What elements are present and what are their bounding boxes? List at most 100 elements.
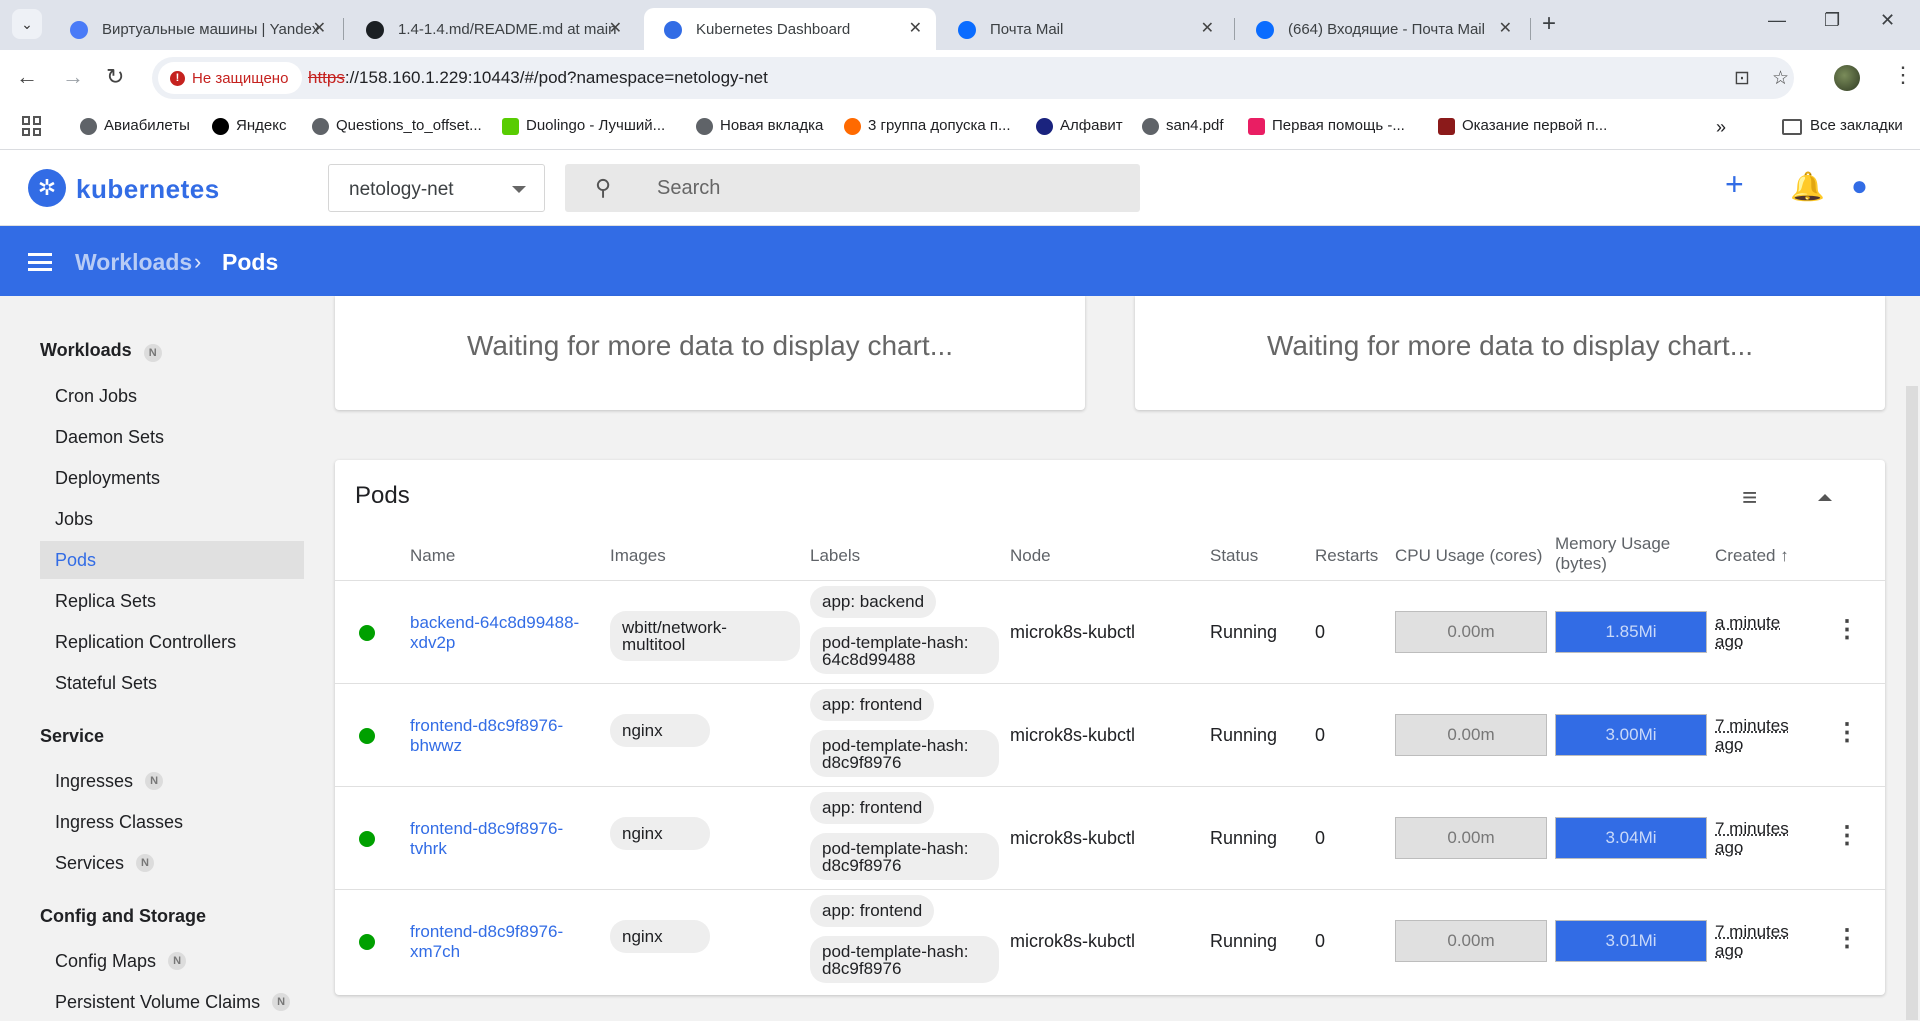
pod-name-link[interactable]: frontend-d8c9f8976-tvhrk — [410, 819, 585, 859]
sidebar-item-persistent-volume-claims[interactable]: Persistent Volume Claims N — [40, 983, 304, 1021]
node-cell[interactable]: microk8s-kubctl — [1010, 828, 1135, 849]
breadcrumb-workloads[interactable]: Workloads — [75, 249, 192, 276]
sidebar-item-pods[interactable]: Pods — [40, 541, 304, 579]
more-bookmarks-icon[interactable]: » — [1716, 117, 1726, 138]
close-icon[interactable]: ✕ — [1499, 18, 1512, 38]
table-row[interactable]: frontend-d8c9f8976-bhwwz nginx app: fronte… — [335, 684, 1885, 787]
reload-icon[interactable]: ↻ — [106, 64, 124, 90]
sidebar-item-stateful-sets[interactable]: Stateful Sets — [40, 664, 304, 702]
tab-mail[interactable]: Почта Mail ✕ — [938, 8, 1228, 50]
sidebar-item-cron-jobs[interactable]: Cron Jobs — [40, 377, 304, 415]
pod-name-link[interactable]: backend-64c8d99488-xdv2p — [410, 613, 585, 653]
bookmark-item[interactable]: san4.pdf — [1142, 117, 1224, 135]
memory-value: 3.04Mi — [1605, 828, 1657, 847]
row-actions-icon[interactable]: ⋮ — [1835, 924, 1859, 953]
close-window-icon[interactable]: ✕ — [1880, 10, 1895, 31]
label-chip: app: frontend — [810, 895, 935, 927]
sidebar-group-config-storage[interactable]: Config and Storage — [40, 906, 206, 927]
url-text[interactable]: https://158.160.1.229:10443/#/pod?namesp… — [308, 68, 768, 88]
bookmark-item[interactable]: Новая вкладка — [696, 117, 823, 135]
bookmark-item[interactable]: Алфавит — [1036, 117, 1123, 135]
sidebar-item-replication-controllers[interactable]: Replication Controllers — [40, 623, 304, 661]
close-icon[interactable]: ✕ — [313, 18, 326, 38]
browser-menu-icon[interactable]: ⋮ — [1892, 62, 1914, 88]
translate-icon[interactable]: ⊡ — [1734, 67, 1750, 90]
forward-icon[interactable]: → — [62, 64, 84, 90]
table-row[interactable]: frontend-d8c9f8976-tvhrk nginx app: fronte… — [335, 787, 1885, 890]
bookmark-item[interactable]: Duolingo - Лучший... — [502, 117, 665, 135]
sidebar-group-workloads[interactable]: Workloads N — [40, 340, 162, 362]
column-header-node[interactable]: Node — [1010, 546, 1051, 566]
row-actions-icon[interactable]: ⋮ — [1835, 821, 1859, 850]
row-actions-icon[interactable]: ⋮ — [1835, 615, 1859, 644]
column-header-restarts[interactable]: Restarts — [1315, 546, 1378, 566]
bookmark-item[interactable]: Первая помощь -... — [1248, 117, 1405, 135]
bookmark-item[interactable]: Авиабилеты — [80, 117, 190, 135]
node-cell[interactable]: microk8s-kubctl — [1010, 622, 1135, 643]
site-info-button[interactable]: ! Не защищено — [158, 62, 303, 94]
table-row[interactable]: frontend-d8c9f8976-xm7ch nginx app: fronte… — [335, 890, 1885, 993]
table-row[interactable]: backend-64c8d99488-xdv2p wbitt/network-mu… — [335, 581, 1885, 684]
bookmark-item[interactable]: Яндекс — [212, 117, 286, 135]
tab-search-button[interactable]: ⌄ — [12, 9, 42, 39]
menu-icon[interactable] — [28, 253, 52, 271]
cpu-usage-bar: 0.00m — [1395, 611, 1547, 653]
tab-kubernetes-dashboard[interactable]: Kubernetes Dashboard ✕ — [644, 8, 936, 50]
breadcrumb-current: Pods — [222, 249, 279, 275]
sidebar-item-replica-sets[interactable]: Replica Sets — [40, 582, 304, 620]
brand-name[interactable]: kubernetes — [76, 174, 220, 205]
mail-icon — [958, 21, 976, 39]
sidebar-item-config-maps[interactable]: Config Maps N — [40, 942, 304, 980]
collapse-icon[interactable] — [1818, 494, 1832, 501]
breadcrumb-bar: Workloads › Pods — [0, 226, 1920, 296]
close-icon[interactable]: ✕ — [609, 18, 622, 38]
search-input[interactable] — [657, 173, 1117, 203]
filter-icon[interactable]: ≡ — [1742, 482, 1757, 513]
bookmark-item[interactable]: 3 группа допуска п... — [844, 117, 1011, 135]
back-icon[interactable]: ← — [16, 64, 38, 90]
node-cell[interactable]: microk8s-kubctl — [1010, 931, 1135, 952]
sidebar-item-daemon-sets[interactable]: Daemon Sets — [40, 418, 304, 456]
tab-mail-inbox[interactable]: (664) Входящие - Почта Mail ✕ — [1236, 8, 1526, 50]
sidebar-item-jobs[interactable]: Jobs — [40, 500, 304, 538]
all-bookmarks-button[interactable]: Все закладки — [1782, 117, 1903, 135]
profile-avatar[interactable] — [1834, 65, 1860, 91]
bookmark-label: Оказание первой п... — [1462, 117, 1608, 134]
sidebar-item-services[interactable]: Services N — [40, 844, 304, 882]
address-bar[interactable]: ! Не защищено https://158.160.1.229:1044… — [152, 57, 1794, 99]
kubernetes-logo-icon[interactable]: ✲ — [28, 169, 66, 207]
running-status-icon — [359, 831, 375, 847]
apps-grid-icon[interactable] — [22, 116, 42, 136]
column-header-name[interactable]: Name — [410, 546, 455, 566]
tab-github-readme[interactable]: 1.4-1.4.md/README.md at main ✕ — [346, 8, 636, 50]
tab-yandex-vms[interactable]: Виртуальные машины | Yandex ✕ — [50, 8, 340, 50]
close-icon[interactable]: ✕ — [909, 18, 922, 38]
warning-icon: ! — [170, 71, 185, 86]
sidebar-item-ingresses[interactable]: Ingresses N — [40, 762, 304, 800]
page-scrollbar[interactable] — [1906, 386, 1918, 1020]
bookmark-label: Questions_to_offset... — [336, 117, 482, 134]
pod-name-link[interactable]: frontend-d8c9f8976-bhwwz — [410, 716, 585, 756]
namespace-selector[interactable]: netology-net — [328, 164, 545, 212]
create-plus-icon[interactable]: + — [1725, 166, 1744, 203]
column-header-status[interactable]: Status — [1210, 546, 1258, 566]
minimize-icon[interactable]: — — [1768, 10, 1786, 31]
column-header-created[interactable]: Created ↑ — [1715, 546, 1789, 566]
account-icon[interactable]: ● — [1851, 170, 1868, 202]
bookmark-item[interactable]: Questions_to_offset... — [312, 117, 482, 135]
cpu-usage-bar: 0.00m — [1395, 817, 1547, 859]
bell-icon[interactable]: 🔔 — [1790, 170, 1825, 203]
sidebar-item-ingress-classes[interactable]: Ingress Classes — [40, 803, 304, 841]
row-actions-icon[interactable]: ⋮ — [1835, 718, 1859, 747]
running-status-icon — [359, 934, 375, 950]
search-bar[interactable]: ⚲ — [565, 164, 1140, 212]
bookmark-item[interactable]: Оказание первой п... — [1438, 117, 1608, 135]
close-icon[interactable]: ✕ — [1201, 18, 1214, 38]
sidebar-group-service[interactable]: Service — [40, 726, 104, 747]
bookmark-star-icon[interactable]: ☆ — [1772, 67, 1789, 90]
node-cell[interactable]: microk8s-kubctl — [1010, 725, 1135, 746]
new-tab-button[interactable]: + — [1542, 10, 1556, 38]
sidebar-item-deployments[interactable]: Deployments — [40, 459, 304, 497]
restore-icon[interactable]: ❐ — [1824, 10, 1840, 31]
pod-name-link[interactable]: frontend-d8c9f8976-xm7ch — [410, 922, 585, 962]
